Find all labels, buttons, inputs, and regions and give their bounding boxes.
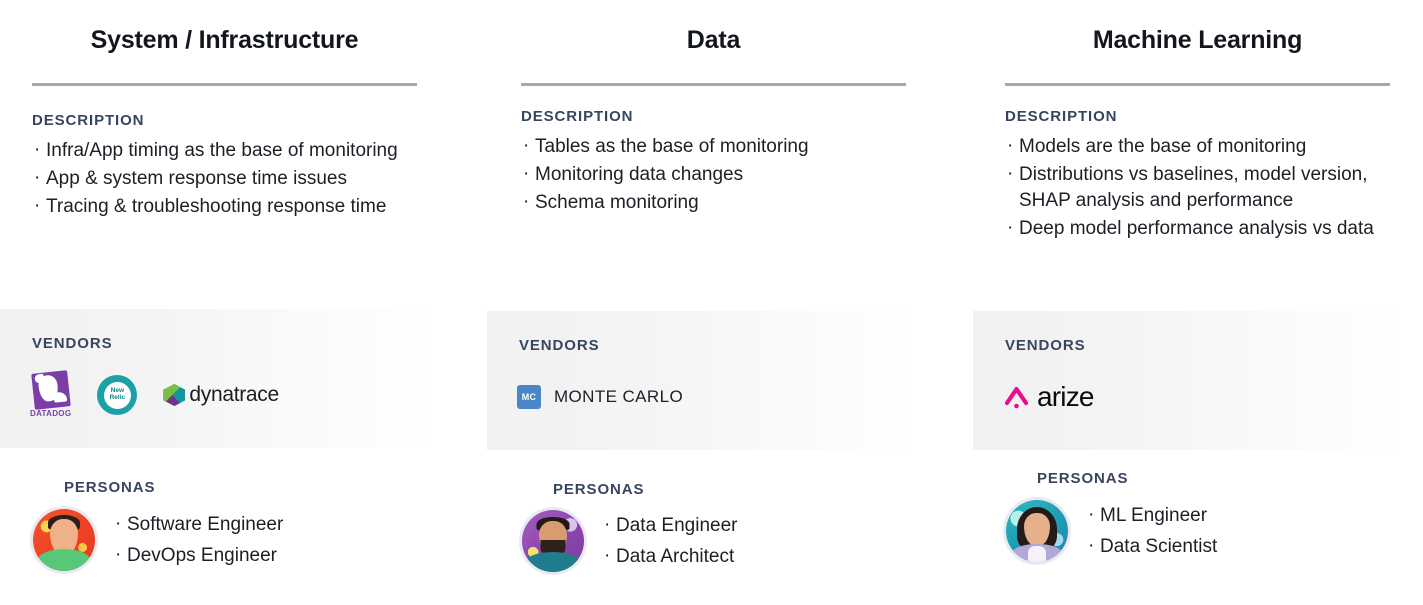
description-label: DESCRIPTION: [32, 112, 145, 129]
list-item: DevOps Engineer: [114, 539, 283, 571]
new-relic-wordmark-line2: Relic: [109, 394, 126, 401]
vendor-logo-row: arize: [1003, 369, 1094, 425]
datadog-logo[interactable]: DATADOG: [30, 368, 71, 422]
vendors-label: VENDORS: [519, 337, 600, 354]
vendors-band: VENDORS MC MONTE CARLO: [487, 311, 920, 450]
list-item: Software Engineer: [114, 508, 283, 540]
list-item: App & system response time issues: [32, 165, 412, 192]
arize-logo[interactable]: arize: [1003, 370, 1094, 424]
monte-carlo-logo[interactable]: MC MONTE CARLO: [517, 370, 683, 424]
datadog-icon: [30, 370, 71, 410]
vendors-band: VENDORS DATADOG New Relic dynatrace: [0, 309, 433, 448]
list-item: ML Engineer: [1087, 499, 1217, 531]
personas-row: Software Engineer DevOps Engineer: [30, 506, 283, 574]
persona-avatar: [519, 507, 587, 575]
vendor-logo-row: MC MONTE CARLO: [517, 369, 683, 425]
list-item: Data Architect: [603, 540, 737, 572]
list-item: Models are the base of monitoring: [1005, 133, 1385, 160]
description-list: Models are the base of monitoring Distri…: [1005, 133, 1385, 242]
list-item: Tables as the base of monitoring: [521, 133, 901, 160]
list-item: Tracing & troubleshooting response time: [32, 193, 412, 220]
comparison-board: System / Infrastructure DESCRIPTION Infr…: [0, 0, 1423, 605]
vendors-band: VENDORS arize: [973, 311, 1404, 450]
arize-icon: [1003, 384, 1031, 410]
list-item: Infra/App timing as the base of monitori…: [32, 137, 412, 164]
new-relic-icon: New Relic: [97, 375, 138, 415]
list-item: Monitoring data changes: [521, 161, 901, 188]
personas-label: PERSONAS: [553, 481, 645, 498]
vendors-label: VENDORS: [32, 335, 113, 352]
personas-list: Data Engineer Data Architect: [603, 509, 737, 573]
description-list: Infra/App timing as the base of monitori…: [32, 137, 412, 220]
monte-carlo-wordmark: MONTE CARLO: [554, 387, 684, 406]
column-data: Data DESCRIPTION Tables as the base of m…: [487, 0, 959, 605]
arize-wordmark: arize: [1037, 381, 1094, 412]
personas-list: Software Engineer DevOps Engineer: [114, 508, 283, 572]
title-divider: [1005, 83, 1390, 86]
column-title: Data: [686, 26, 741, 54]
personas-label: PERSONAS: [1037, 470, 1129, 487]
dynatrace-logo[interactable]: dynatrace: [163, 368, 279, 422]
monte-carlo-monogram: MC: [521, 392, 537, 402]
description-label: DESCRIPTION: [521, 108, 634, 125]
datadog-wordmark: DATADOG: [30, 409, 72, 418]
personas-list: ML Engineer Data Scientist: [1087, 499, 1217, 563]
personas-row: ML Engineer Data Scientist: [1003, 497, 1217, 565]
persona-avatar: [1003, 497, 1071, 565]
column-machine-learning: Machine Learning DESCRIPTION Models are …: [973, 0, 1423, 605]
description-list: Tables as the base of monitoring Monitor…: [521, 133, 901, 216]
new-relic-logo[interactable]: New Relic: [97, 368, 138, 422]
title-divider: [521, 83, 906, 86]
column-system-infrastructure: System / Infrastructure DESCRIPTION Infr…: [0, 0, 470, 605]
personas-label: PERSONAS: [64, 479, 156, 496]
list-item: Schema monitoring: [521, 189, 901, 216]
vendors-label: VENDORS: [1005, 337, 1086, 354]
list-item: Distributions vs baselines, model versio…: [1005, 161, 1385, 214]
persona-avatar: [30, 506, 98, 574]
column-title: System / Infrastructure: [90, 26, 359, 54]
monte-carlo-icon: MC: [517, 385, 541, 409]
list-item: Deep model performance analysis vs data: [1005, 215, 1385, 242]
dynatrace-wordmark: dynatrace: [189, 383, 279, 406]
description-label: DESCRIPTION: [1005, 108, 1118, 125]
vendor-logo-row: DATADOG New Relic dynatrace: [30, 367, 279, 423]
personas-row: Data Engineer Data Architect: [519, 507, 737, 575]
dynatrace-icon: [163, 384, 186, 406]
list-item: Data Scientist: [1087, 530, 1217, 562]
title-divider: [32, 83, 417, 86]
column-title: Machine Learning: [1092, 26, 1303, 54]
list-item: Data Engineer: [603, 509, 737, 541]
